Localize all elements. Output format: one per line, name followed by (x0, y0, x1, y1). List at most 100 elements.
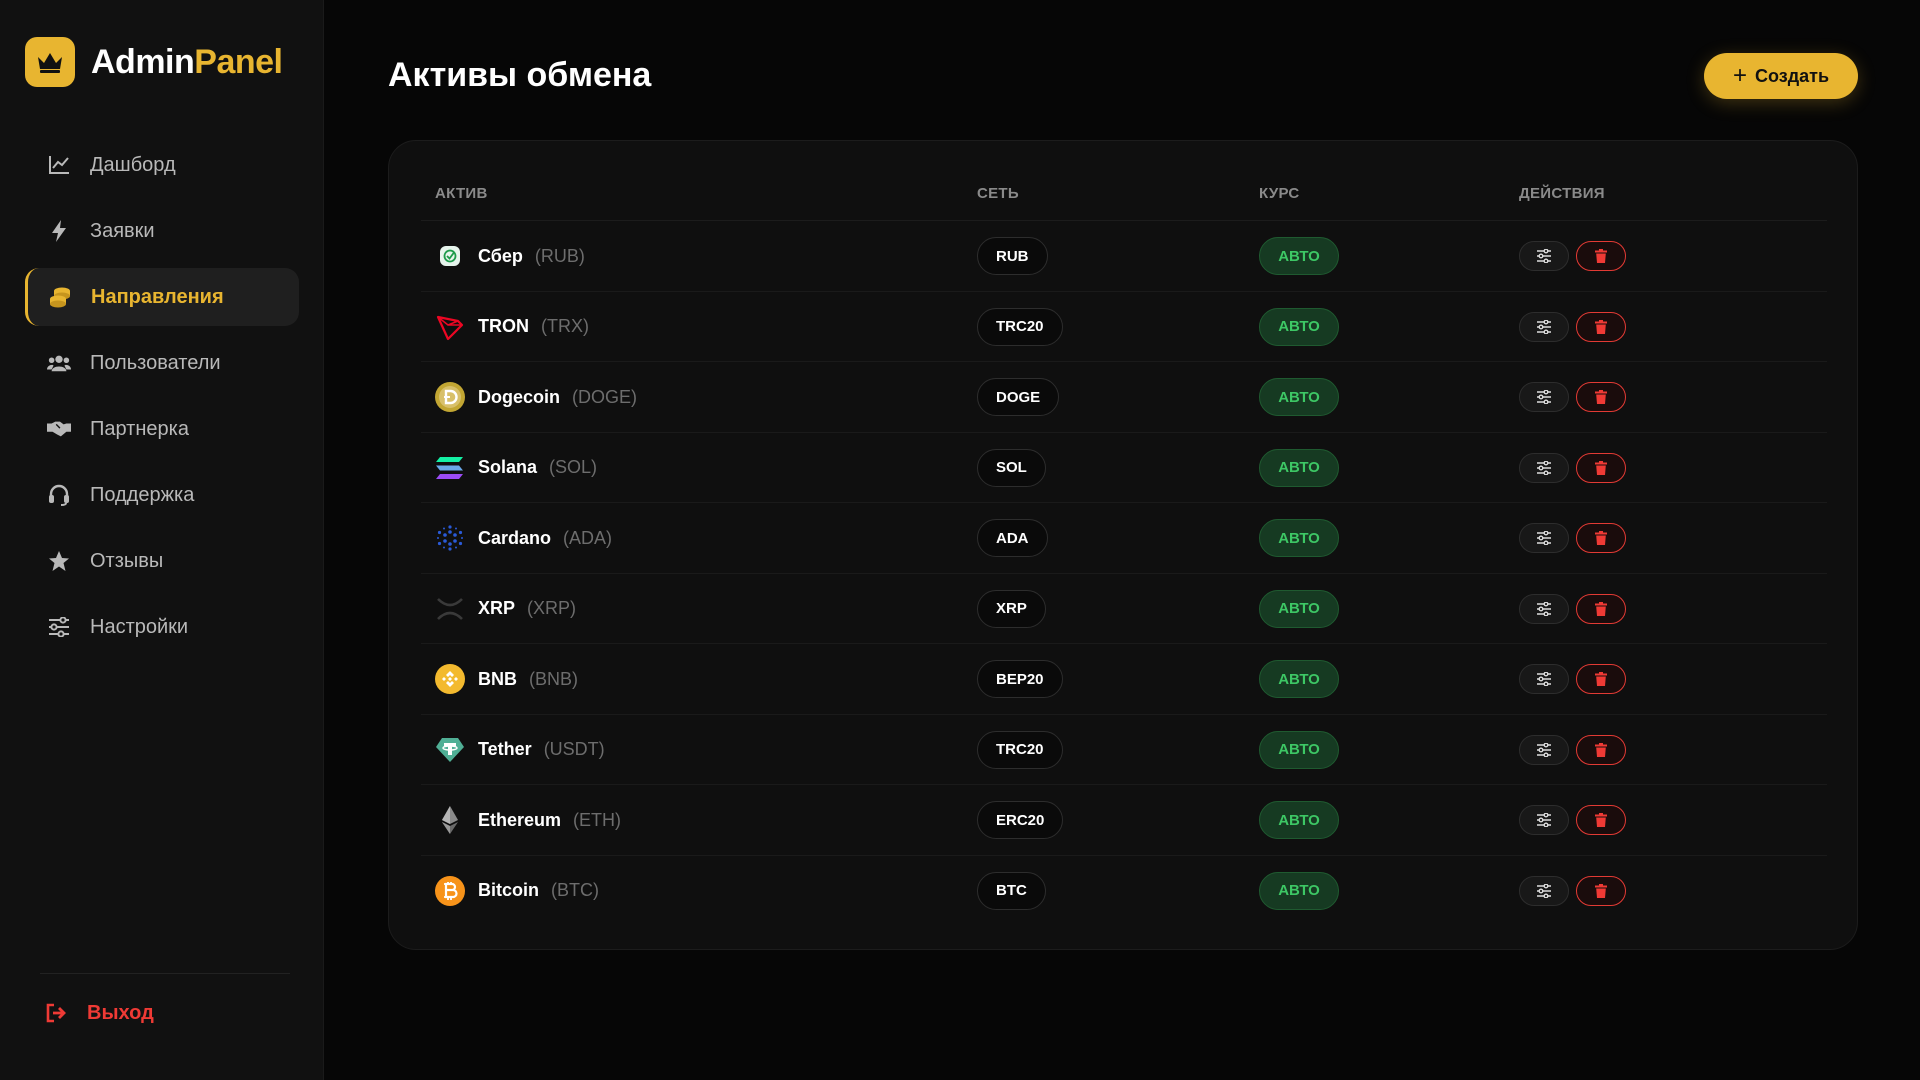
asset-cell: XRP (XRP) (435, 574, 576, 644)
rate-badge: АВТО (1259, 519, 1339, 557)
crown-icon (25, 37, 75, 87)
sidebar-item-label: Пользователи (90, 351, 221, 374)
table-row: Bitcoin (BTC) BTC АВТО (421, 856, 1827, 927)
asset-code: (SOL) (549, 457, 598, 477)
ethereum-icon (435, 805, 465, 835)
asset-name: Solana (478, 457, 538, 477)
table-body: Сбер (RUB) RUB АВТО TRON (TRX) TRC20 АВТ… (421, 221, 1827, 926)
network-badge: ADA (977, 519, 1048, 557)
edit-button[interactable] (1519, 382, 1569, 412)
sber-icon (435, 241, 465, 271)
handshake-icon (47, 417, 71, 441)
sliders-icon (1537, 249, 1551, 263)
network-badge: RUB (977, 237, 1048, 275)
delete-button[interactable] (1576, 523, 1626, 553)
column-header-network: СЕТЬ (977, 185, 1019, 202)
edit-button[interactable] (1519, 311, 1569, 342)
sliders-icon (1537, 319, 1551, 334)
asset-cell: Сбер (RUB) (435, 221, 585, 291)
delete-button[interactable] (1576, 452, 1626, 483)
table-row: TRON (TRX) TRC20 АВТО (421, 292, 1827, 362)
trash-icon (1595, 249, 1607, 263)
trash-icon (1595, 390, 1607, 404)
edit-button[interactable] (1519, 593, 1569, 624)
network-badge: TRC20 (977, 730, 1063, 769)
app-root: AdminPanel Дашборд Заявки Направления По… (0, 0, 1920, 1080)
sidebar-item-directions[interactable]: Направления (25, 268, 299, 326)
sidebar-item-partners[interactable]: Партнерка (25, 400, 299, 458)
network-badge: ERC20 (977, 801, 1064, 839)
sidebar-divider (40, 973, 290, 974)
network-badge: SOL (977, 448, 1046, 487)
asset-cell: Solana (SOL) (435, 433, 597, 503)
sidebar-item-reviews[interactable]: Отзывы (25, 532, 299, 590)
edit-button[interactable] (1519, 734, 1569, 765)
sidebar-item-label: Заявки (90, 219, 155, 242)
sidebar-item-label: Партнерка (90, 417, 189, 440)
rate-badge: АВТО (1259, 237, 1339, 275)
dogecoin-icon (435, 382, 465, 412)
table-header: АКТИВ СЕТЬ КУРС ДЕЙСТВИЯ (421, 179, 1827, 221)
delete-button[interactable] (1576, 875, 1626, 906)
bolt-icon (47, 219, 71, 243)
asset-cell: Tether (USDT) (435, 715, 605, 785)
edit-button[interactable] (1519, 805, 1569, 835)
sliders-icon (47, 615, 71, 639)
delete-button[interactable] (1576, 734, 1626, 765)
cardano-icon (435, 523, 465, 553)
logout-button[interactable]: Выход (45, 996, 154, 1030)
edit-button[interactable] (1519, 241, 1569, 271)
sidebar-item-support[interactable]: Поддержка (25, 466, 299, 524)
table-row: Dogecoin (DOGE) DOGE АВТО (421, 362, 1827, 433)
sliders-icon (1537, 601, 1551, 616)
sidebar-item-dashboard[interactable]: Дашборд (25, 136, 299, 194)
delete-button[interactable] (1576, 593, 1626, 624)
trash-icon (1595, 319, 1607, 334)
sidebar-item-settings[interactable]: Настройки (25, 598, 299, 656)
create-button[interactable]: + Создать (1704, 53, 1858, 99)
delete-button[interactable] (1576, 241, 1626, 271)
trash-icon (1595, 742, 1607, 757)
edit-button[interactable] (1519, 452, 1569, 483)
asset-name: Ethereum (478, 809, 562, 830)
table-row: Ethereum (ETH) ERC20 АВТО (421, 785, 1827, 856)
brand-logo[interactable]: AdminPanel (25, 37, 283, 87)
assets-table-card: АКТИВ СЕТЬ КУРС ДЕЙСТВИЯ Сбер (RUB) RUB (388, 140, 1858, 950)
main-content: Активы обмена + Создать АКТИВ СЕТЬ КУРС … (324, 0, 1920, 1080)
delete-button[interactable] (1576, 311, 1626, 342)
table-row: XRP (XRP) XRP АВТО (421, 574, 1827, 644)
sidebar-item-users[interactable]: Пользователи (25, 334, 299, 392)
sidebar-item-label: Настройки (90, 615, 189, 638)
xrp-icon (435, 594, 465, 624)
edit-button[interactable] (1519, 523, 1569, 553)
create-button-label: Создать (1754, 65, 1830, 86)
delete-button[interactable] (1576, 664, 1626, 694)
asset-name: TRON (478, 316, 529, 336)
coins-icon (48, 285, 72, 309)
delete-button[interactable] (1576, 805, 1626, 835)
logout-label: Выход (87, 1001, 154, 1024)
asset-name: Bitcoin (478, 880, 539, 900)
asset-code: (XRP) (527, 598, 577, 618)
asset-code: (RUB) (534, 245, 585, 266)
sliders-icon (1537, 883, 1551, 898)
asset-cell: Bitcoin (BTC) (435, 856, 599, 926)
rate-badge: АВТО (1259, 660, 1339, 698)
asset-name: Tether (478, 739, 532, 759)
network-badge: DOGE (977, 378, 1060, 416)
bnb-icon (435, 664, 465, 694)
trash-icon (1595, 531, 1607, 545)
rate-badge: АВТО (1259, 730, 1339, 769)
sidebar-item-label: Дашборд (90, 153, 176, 176)
edit-button[interactable] (1519, 875, 1569, 906)
asset-name: BNB (478, 668, 517, 689)
trash-icon (1595, 672, 1607, 686)
table-row: Сбер (RUB) RUB АВТО (421, 221, 1827, 292)
sidebar-item-orders[interactable]: Заявки (25, 202, 299, 260)
delete-button[interactable] (1576, 382, 1626, 412)
asset-cell: BNB (BNB) (435, 644, 578, 714)
edit-button[interactable] (1519, 664, 1569, 694)
trash-icon (1595, 601, 1607, 616)
asset-cell: TRON (TRX) (435, 292, 589, 362)
network-badge: BTC (977, 871, 1046, 910)
